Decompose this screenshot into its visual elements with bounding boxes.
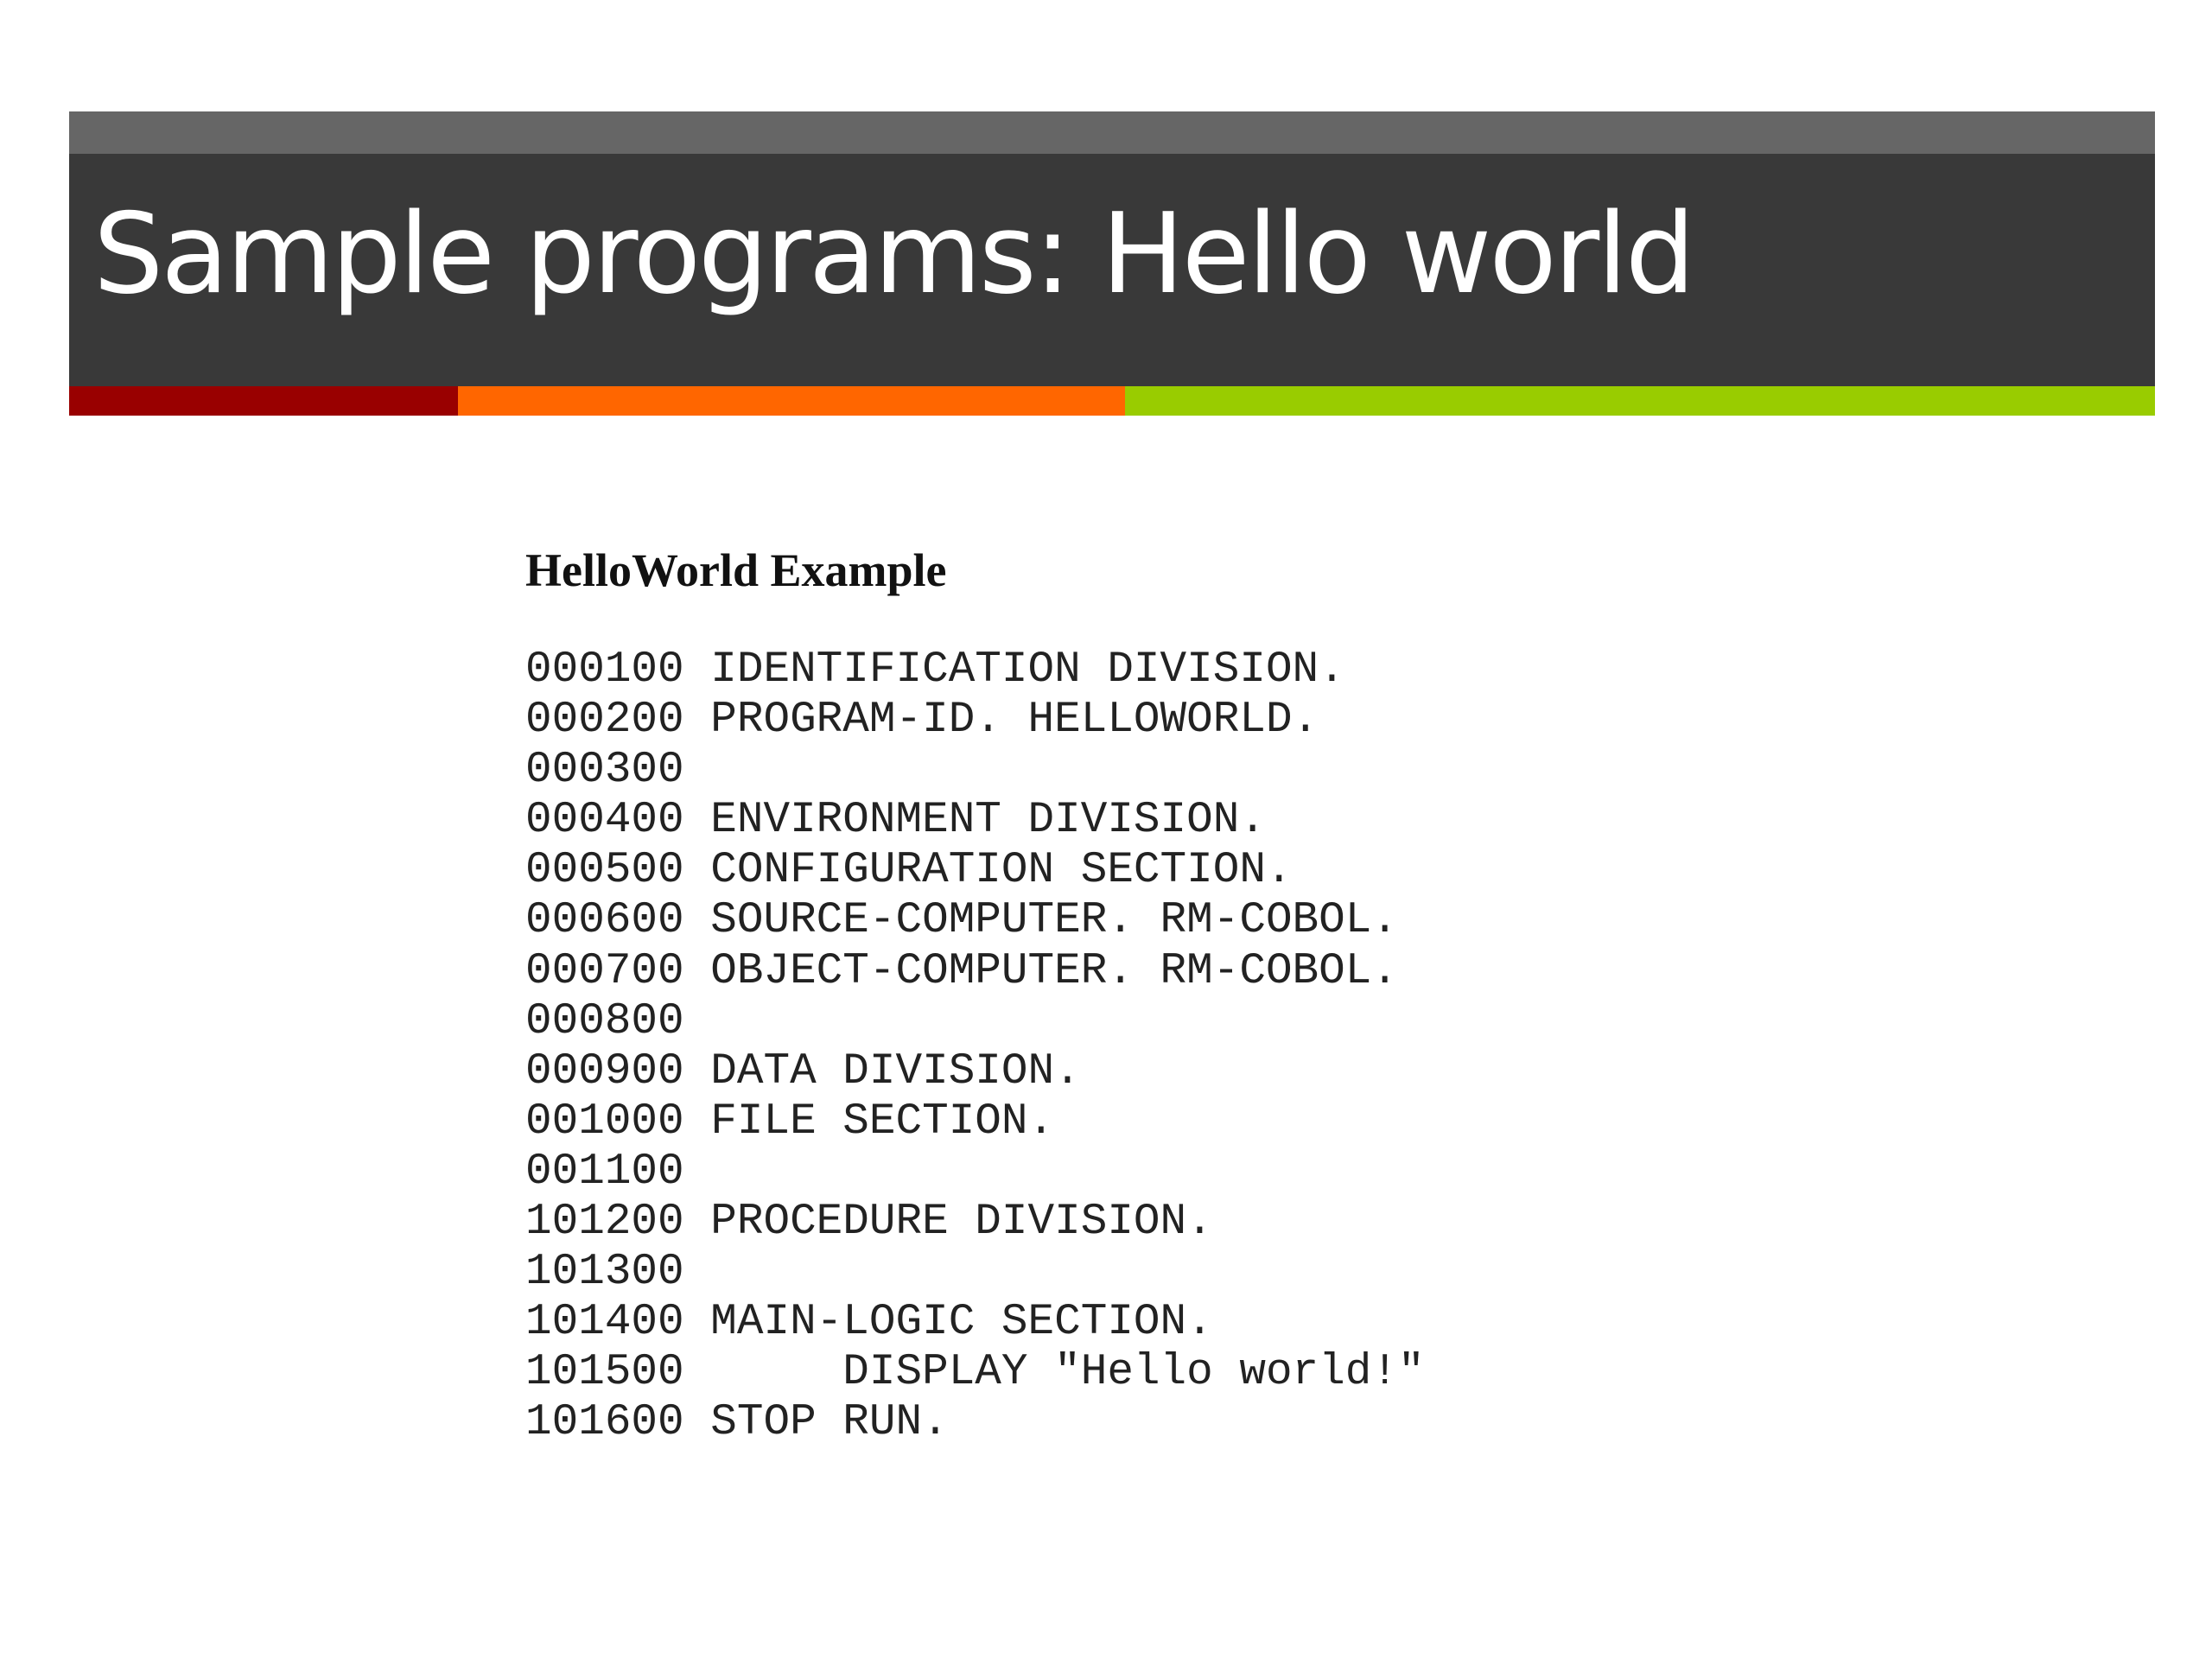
code-text: MAIN-LOGIC SECTION.: [710, 1298, 1213, 1348]
line-number: 101200: [525, 1198, 684, 1248]
line-number: 101400: [525, 1298, 684, 1348]
line-number: 000500: [525, 846, 684, 896]
code-line: 001000 FILE SECTION.: [525, 1097, 1425, 1147]
code-line: 001100: [525, 1147, 1425, 1198]
line-number: 001100: [525, 1147, 684, 1197]
code-line: 000300: [525, 746, 1425, 796]
title-bar-top-band: [69, 111, 2155, 154]
line-number: 001000: [525, 1096, 684, 1147]
code-line: 101400 MAIN-LOGIC SECTION.: [525, 1298, 1425, 1348]
line-number: 000900: [525, 1046, 684, 1096]
line-number: 000800: [525, 996, 684, 1046]
code-text: STOP RUN.: [710, 1398, 949, 1448]
code-text: DATA DIVISION.: [710, 1046, 1081, 1096]
accent-segment-red: [69, 386, 458, 416]
code-line: 101500 DISPLAY "Hello world!": [525, 1348, 1425, 1398]
code-line: 000200 PROGRAM-ID. HELLOWORLD.: [525, 696, 1425, 746]
line-number: 101500: [525, 1348, 684, 1398]
code-text: IDENTIFICATION DIVISION.: [710, 645, 1345, 695]
code-text: PROGRAM-ID. HELLOWORLD.: [710, 696, 1319, 746]
code-line: 000800: [525, 997, 1425, 1047]
line-number: 000700: [525, 946, 684, 996]
code-line: 101300: [525, 1248, 1425, 1298]
code-line: 101600 STOP RUN.: [525, 1398, 1425, 1448]
code-text: CONFIGURATION SECTION.: [710, 846, 1293, 896]
line-number: 000400: [525, 796, 684, 846]
line-number: 101600: [525, 1398, 684, 1448]
code-line: 000400 ENVIRONMENT DIVISION.: [525, 796, 1425, 846]
code-line: 000700 OBJECT-COMPUTER. RM-COBOL.: [525, 947, 1425, 997]
code-text: SOURCE-COMPUTER. RM-COBOL.: [710, 896, 1398, 946]
accent-strip: [69, 386, 2155, 416]
code-line: 000500 CONFIGURATION SECTION.: [525, 846, 1425, 896]
line-number: 000300: [525, 746, 684, 796]
code-text: ENVIRONMENT DIVISION.: [710, 796, 1266, 846]
line-number: 000600: [525, 896, 684, 946]
code-line: 101200 PROCEDURE DIVISION.: [525, 1198, 1425, 1248]
example-heading: HelloWorld Example: [525, 544, 947, 596]
accent-segment-green: [1125, 386, 2155, 416]
slide: Sample programs: Hello world HelloWorld …: [0, 0, 2212, 1659]
code-line: 000900 DATA DIVISION.: [525, 1047, 1425, 1097]
code-listing: 000100 IDENTIFICATION DIVISION. 000200 PR…: [525, 645, 1425, 1449]
line-number: 101300: [525, 1248, 684, 1298]
accent-segment-orange: [458, 386, 1125, 416]
code-line: 000100 IDENTIFICATION DIVISION.: [525, 645, 1425, 696]
line-number: 000100: [525, 645, 684, 695]
code-text: DISPLAY "Hello world!": [710, 1348, 1425, 1398]
code-line: 000600 SOURCE-COMPUTER. RM-COBOL.: [525, 896, 1425, 946]
code-text: FILE SECTION.: [710, 1096, 1055, 1147]
code-text: OBJECT-COMPUTER. RM-COBOL.: [710, 946, 1398, 996]
line-number: 000200: [525, 696, 684, 746]
code-text: PROCEDURE DIVISION.: [710, 1198, 1213, 1248]
slide-title: Sample programs: Hello world: [93, 190, 1695, 319]
